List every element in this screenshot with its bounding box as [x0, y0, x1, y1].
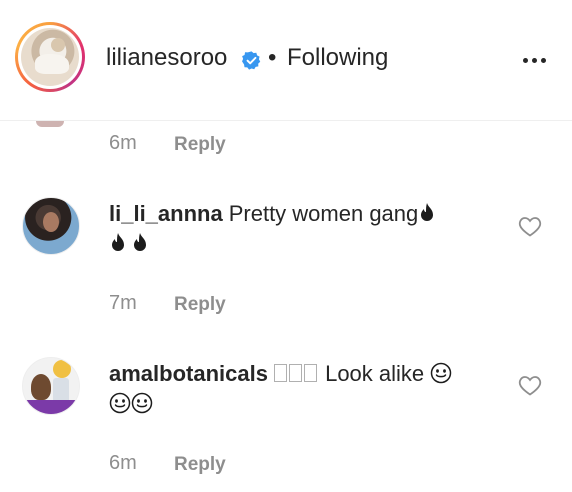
- avatar-photo-detail: [23, 400, 79, 414]
- comment-text: li_li_annna Pretty women gang: [109, 199, 489, 259]
- post-comments-panel: lilianesoroo • Following 6m Reply li_li_…: [0, 0, 572, 492]
- smiling-face-emoji: [131, 392, 153, 414]
- reply-button[interactable]: Reply: [174, 294, 226, 316]
- profile-avatar[interactable]: [15, 22, 85, 92]
- more-dot: [523, 58, 528, 63]
- avatar-photo-detail: [31, 374, 51, 400]
- fire-emoji: [112, 233, 124, 251]
- commenter-avatar[interactable]: [22, 357, 80, 415]
- fire-emoji: [134, 233, 146, 251]
- avatar-photo-detail: [43, 212, 59, 232]
- unrendered-glyph: [288, 364, 302, 382]
- avatar-image: [21, 28, 79, 86]
- comment-timestamp: 6m: [109, 132, 137, 154]
- more-dot: [541, 58, 546, 63]
- comment-text: amalbotanicals Look alike: [109, 359, 509, 419]
- avatar-photo-detail: [35, 54, 69, 74]
- heart-outline-icon[interactable]: [518, 374, 542, 396]
- heart-outline-icon[interactable]: [518, 215, 542, 237]
- avatar-photo-detail: [51, 38, 65, 52]
- header-separator: •: [268, 44, 277, 71]
- comment-body: Pretty women gang: [228, 201, 419, 226]
- reply-button[interactable]: Reply: [174, 454, 226, 476]
- following-button[interactable]: Following: [287, 44, 388, 72]
- more-options-icon[interactable]: [520, 50, 550, 70]
- reply-button[interactable]: Reply: [174, 134, 226, 156]
- unrendered-glyph: [273, 364, 287, 382]
- avatar-photo-detail: [53, 360, 71, 378]
- comment-timestamp: 6m: [109, 452, 137, 474]
- post-author-username[interactable]: lilianesoroo: [106, 44, 227, 72]
- unrendered-glyph: [303, 364, 317, 382]
- comment-timestamp: 7m: [109, 292, 137, 314]
- commenter-avatar[interactable]: [22, 197, 80, 255]
- commenter-username[interactable]: amalbotanicals: [109, 361, 268, 386]
- comment-body: Look alike: [325, 361, 425, 386]
- commenter-username[interactable]: li_li_annna: [109, 201, 223, 226]
- post-header: lilianesoroo • Following: [0, 0, 572, 121]
- smiling-face-emoji: [109, 392, 131, 414]
- smiling-face-emoji: [431, 362, 452, 384]
- verified-badge-icon: [242, 51, 261, 70]
- fire-emoji: [421, 203, 434, 221]
- previous-comment-avatar: [36, 121, 64, 127]
- more-dot: [532, 58, 537, 63]
